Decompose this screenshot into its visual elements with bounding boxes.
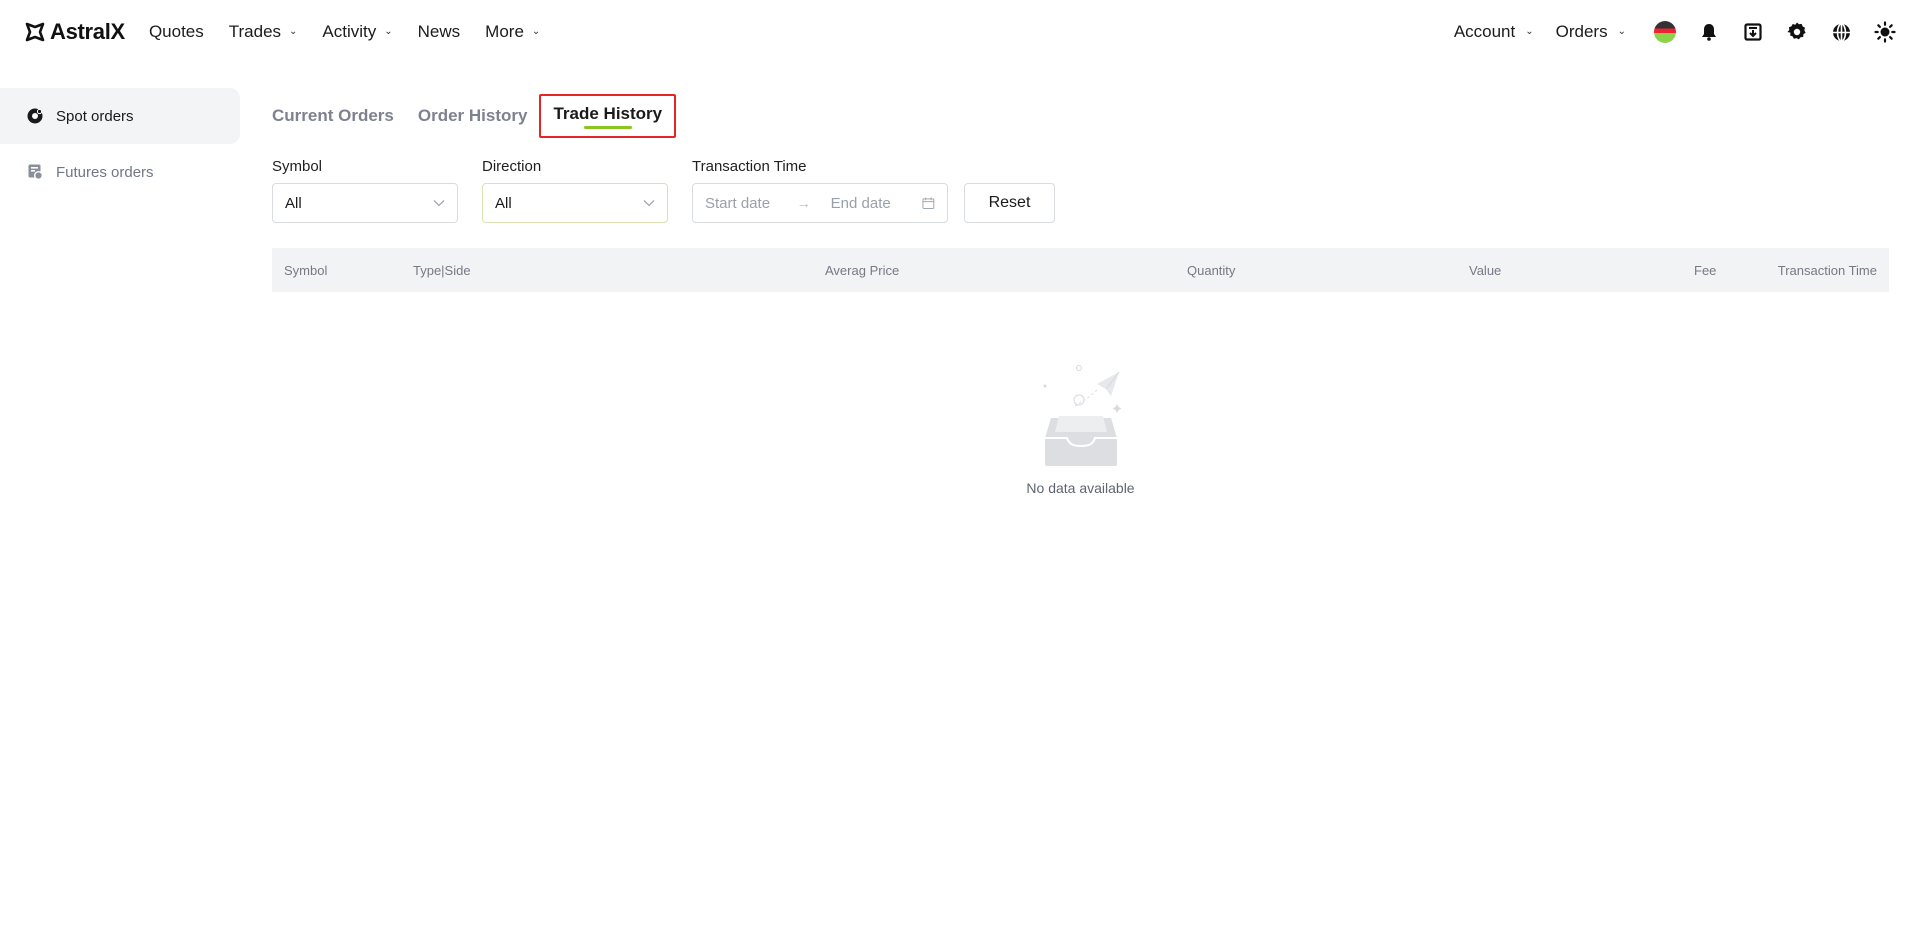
nav-more-label: More (485, 22, 524, 41)
sidebar-item-futures-orders[interactable]: Futures orders (0, 144, 240, 200)
globe-icon[interactable] (1830, 21, 1852, 43)
nav-orders-label: Orders (1555, 22, 1608, 41)
tab-order-history[interactable]: Order History (418, 106, 528, 126)
symbol-select-value: All (285, 194, 302, 212)
direction-filter-label: Direction (482, 158, 542, 175)
transaction-time-label: Transaction Time (692, 158, 807, 175)
direction-filter: Direction All (482, 158, 668, 223)
end-date-input[interactable]: End date (831, 195, 913, 212)
order-tabs: Current Orders Order History Trade Histo… (272, 88, 1892, 144)
chevron-down-icon: ⌄ (1525, 25, 1534, 37)
column-header-value[interactable]: Value (1469, 248, 1501, 292)
main-content: Current Orders Order History Trade Histo… (272, 88, 1892, 496)
logo-icon (25, 22, 45, 42)
tab-trade-history[interactable]: Trade History (539, 94, 677, 138)
sidebar-item-spot-orders[interactable]: Spot orders (0, 88, 240, 144)
nav-quotes-label: Quotes (148, 22, 204, 41)
symbol-select[interactable]: All (272, 183, 458, 223)
download-icon[interactable] (1742, 21, 1764, 43)
column-header-type-side[interactable]: Type|Side (413, 248, 471, 292)
date-range-picker[interactable]: Start date → End date (692, 183, 948, 223)
calendar-icon (922, 197, 935, 209)
chevron-down-icon (643, 200, 655, 207)
sidebar-item-label: Futures orders (56, 163, 154, 181)
column-header-transaction-time[interactable]: Transaction Time (1778, 248, 1877, 292)
start-date-input[interactable]: Start date (705, 195, 787, 212)
nav-news-label: News (417, 22, 461, 41)
column-header-quantity[interactable]: Quantity (1187, 248, 1235, 292)
chevron-down-icon: ⌄ (531, 25, 541, 37)
sun-icon[interactable] (1874, 21, 1896, 43)
symbol-filter: Symbol All (272, 158, 458, 223)
nav-trades-label: Trades (228, 22, 282, 41)
empty-box-icon (1043, 365, 1121, 466)
futures-icon (28, 164, 43, 180)
empty-state-text: No data available (1026, 480, 1135, 496)
avatar[interactable] (1654, 21, 1676, 43)
column-header-average-price[interactable]: Averag Price (825, 248, 899, 292)
tab-current-orders[interactable]: Current Orders (272, 106, 394, 126)
direction-select[interactable]: All (482, 183, 668, 223)
nav-account-label: Account (1453, 22, 1516, 41)
nav-right: Account ⌄ Orders ⌄ (1454, 21, 1896, 43)
table-header: Symbol Type|Side Averag Price Quantity V… (272, 248, 1889, 292)
chevron-down-icon (433, 200, 445, 207)
nav-orders[interactable]: Orders ⌄ (1556, 22, 1626, 42)
transaction-time-filter: Transaction Time Start date → End date (692, 158, 948, 223)
nav-quotes[interactable]: Quotes (149, 22, 204, 42)
arrow-right-icon: → (796, 195, 811, 211)
nav-account[interactable]: Account ⌄ (1454, 22, 1534, 42)
gear-icon[interactable] (1786, 21, 1808, 43)
sidebar: Spot orders Futures orders (0, 88, 240, 200)
nav-more[interactable]: More ⌄ (485, 22, 540, 42)
nav-news[interactable]: News (418, 22, 461, 42)
brand-logo[interactable]: AstralX (24, 19, 125, 45)
main-nav: Quotes Trades ⌄ Activity ⌄ News More ⌄ (149, 22, 540, 42)
filter-bar: Symbol All Direction All Transaction Tim… (272, 158, 1892, 223)
column-header-fee[interactable]: Fee (1694, 248, 1716, 292)
nav-trades[interactable]: Trades ⌄ (229, 22, 298, 42)
chevron-down-icon: ⌄ (1617, 25, 1626, 37)
nav-activity-label: Activity (322, 22, 377, 41)
chevron-down-icon: ⌄ (289, 25, 298, 37)
nav-activity[interactable]: Activity ⌄ (322, 22, 392, 42)
direction-select-value: All (495, 194, 512, 212)
bell-icon[interactable] (1698, 21, 1720, 43)
reset-button[interactable]: Reset (964, 183, 1055, 223)
empty-state: No data available (272, 360, 1889, 496)
spot-icon (27, 108, 43, 124)
sidebar-item-label: Spot orders (56, 107, 134, 125)
column-header-symbol[interactable]: Symbol (284, 248, 327, 292)
brand-name: AstralX (50, 19, 125, 44)
symbol-filter-label: Symbol (272, 158, 323, 175)
chevron-down-icon: ⌄ (384, 25, 393, 37)
toolbar-icons (1654, 21, 1896, 43)
top-navbar: AstralX Quotes Trades ⌄ Activity ⌄ News Mo… (0, 0, 1920, 64)
